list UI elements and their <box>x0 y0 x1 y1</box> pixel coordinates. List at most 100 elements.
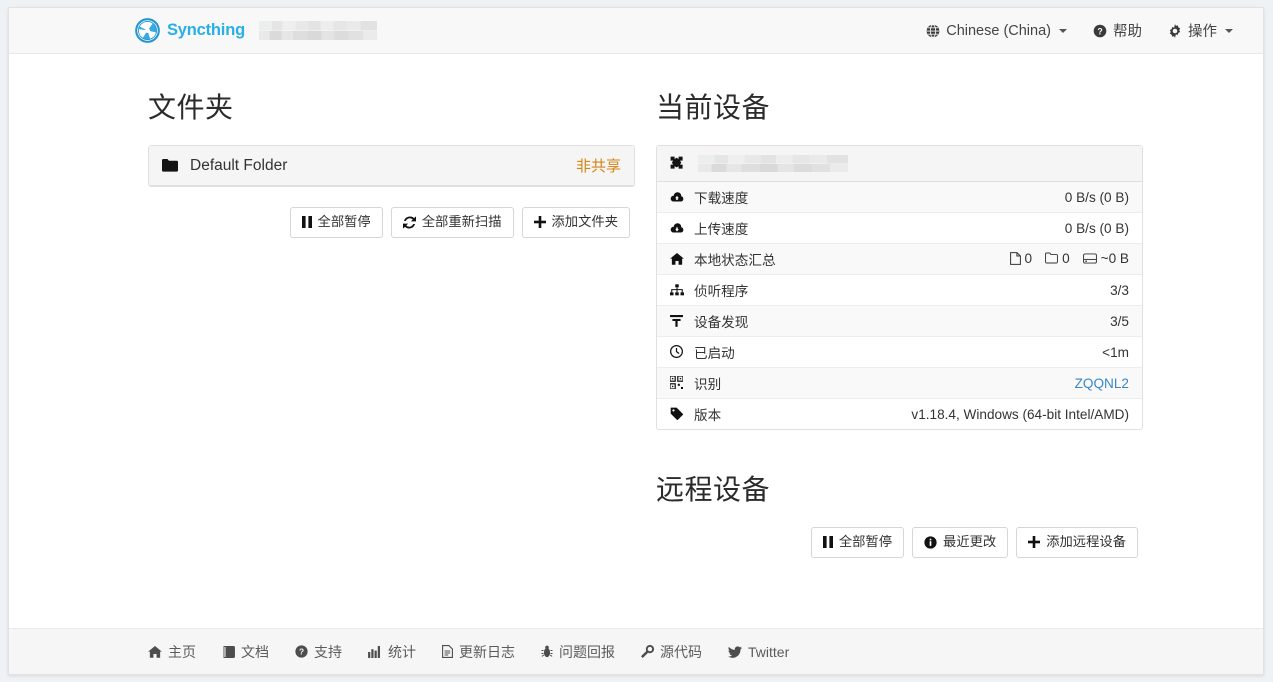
pause-all-folders-label: 全部暂停 <box>318 214 371 231</box>
folder-outline-icon <box>1045 252 1058 264</box>
row-label-cell: 已启动 <box>657 337 827 368</box>
row-label: 上传速度 <box>694 222 748 237</box>
folder-actions: 全部暂停 全部重新扫描 添加文件夹 <box>139 207 639 238</box>
footer-link-label: 更新日志 <box>459 642 515 662</box>
table-row: 版本 v1.18.4, Windows (64-bit Intel/AMD) <box>657 399 1142 430</box>
tag-icon <box>670 407 687 420</box>
local-state-stats: 0 0 <box>827 244 1142 275</box>
instance-name-redacted <box>259 21 377 40</box>
clock-icon <box>670 345 687 358</box>
add-remote-device-button[interactable]: 添加远程设备 <box>1016 527 1138 558</box>
home-icon <box>148 646 162 658</box>
table-row: 侦听程序 3/3 <box>657 275 1142 306</box>
row-value: 0 B/s (0 B) <box>827 213 1142 244</box>
plus-icon <box>534 216 546 228</box>
pause-all-devices-label: 全部暂停 <box>839 534 892 551</box>
svg-text:?: ? <box>1097 26 1102 36</box>
pause-all-folders-button[interactable]: 全部暂停 <box>290 207 383 238</box>
footer-link-label: Twitter <box>748 644 789 660</box>
size-stat: ~0 B <box>1083 251 1129 266</box>
cloud-download-icon <box>670 192 687 203</box>
folder-name: Default Folder <box>190 157 287 175</box>
remote-devices-heading: 远程设备 <box>656 468 1147 508</box>
twitter-icon <box>728 646 742 658</box>
footer-link-docs[interactable]: 文档 <box>222 642 269 662</box>
footer-link-source[interactable]: 源代码 <box>641 642 702 662</box>
pause-icon <box>823 536 833 548</box>
this-device-header[interactable] <box>657 146 1142 182</box>
footer-link-changelog[interactable]: 更新日志 <box>442 642 515 662</box>
footer-link-label: 文档 <box>241 642 269 662</box>
nav-language-dropdown[interactable]: Chinese (China) <box>926 23 1067 39</box>
add-folder-button[interactable]: 添加文件夹 <box>522 207 630 238</box>
row-label-cell: 下载速度 <box>657 182 827 213</box>
this-device-table: 下载速度 0 B/s (0 B) 上传速度 0 B/s (0 B) <box>657 182 1142 429</box>
row-label-cell: 识别 <box>657 368 827 399</box>
row-label-cell: 版本 <box>657 399 827 430</box>
row-value: 3/3 <box>827 275 1142 306</box>
footer-link-home[interactable]: 主页 <box>148 642 196 662</box>
bar-chart-icon <box>368 646 382 658</box>
folders-column: 文件夹 Default Folder 非共享 全部暂停 <box>139 54 639 238</box>
files-count: 0 <box>1025 251 1033 266</box>
home-icon <box>670 253 687 265</box>
nav-help-link[interactable]: ? 帮助 <box>1093 20 1142 41</box>
footer-link-label: 主页 <box>168 642 196 662</box>
desktop-icon <box>670 156 688 171</box>
footer-link-label: 统计 <box>388 642 416 662</box>
cloud-upload-icon <box>670 223 687 234</box>
row-label: 侦听程序 <box>694 284 748 299</box>
folder-panel: Default Folder 非共享 <box>148 145 635 187</box>
footer-link-twitter[interactable]: Twitter <box>728 644 789 660</box>
bug-icon <box>541 645 553 658</box>
rescan-all-button[interactable]: 全部重新扫描 <box>391 207 514 238</box>
folder-status-badge: 非共享 <box>576 155 621 176</box>
row-value: 0 B/s (0 B) <box>827 182 1142 213</box>
svg-text:?: ? <box>299 647 304 657</box>
table-row: 下载速度 0 B/s (0 B) <box>657 182 1142 213</box>
globe-icon <box>926 24 940 38</box>
row-label: 设备发现 <box>694 315 748 330</box>
footer-link-support[interactable]: ? 支持 <box>295 642 342 662</box>
rss-icon <box>670 315 687 327</box>
footer-link-bugs[interactable]: 问题回报 <box>541 642 615 662</box>
row-label-cell: 上传速度 <box>657 213 827 244</box>
this-device-heading: 当前设备 <box>656 86 1147 126</box>
brand[interactable]: Syncthing <box>135 18 377 43</box>
question-circle-icon: ? <box>1093 24 1107 38</box>
devices-column: 当前设备 <box>647 54 1147 558</box>
device-id-link[interactable]: ZQQNL2 <box>1075 376 1129 391</box>
footer-link-stats[interactable]: 统计 <box>368 642 416 662</box>
pause-all-devices-button[interactable]: 全部暂停 <box>811 527 904 558</box>
add-remote-device-label: 添加远程设备 <box>1046 534 1126 551</box>
brand-label: Syncthing <box>167 21 245 40</box>
this-device-panel: 下载速度 0 B/s (0 B) 上传速度 0 B/s (0 B) <box>656 145 1143 430</box>
sitemap-icon <box>670 284 687 296</box>
rescan-all-label: 全部重新扫描 <box>422 214 502 231</box>
footer-link-label: 问题回报 <box>559 642 615 662</box>
add-folder-label: 添加文件夹 <box>552 214 618 231</box>
info-icon <box>924 536 937 549</box>
table-row: 设备发现 3/5 <box>657 306 1142 337</box>
folder-panel-header[interactable]: Default Folder 非共享 <box>149 146 634 186</box>
row-label-cell: 本地状态汇总 <box>657 244 827 275</box>
row-label: 下载速度 <box>694 191 748 206</box>
table-row: 识别 ZQQNL2 <box>657 368 1142 399</box>
hdd-icon <box>1083 253 1097 264</box>
nav-actions-label: 操作 <box>1188 20 1217 41</box>
file-icon <box>1010 252 1021 265</box>
footer-links: 主页 文档 ? 支持 统计 <box>148 642 789 662</box>
nav-actions-dropdown[interactable]: 操作 <box>1168 20 1233 41</box>
navbar: Syncthing Chinese (China) ? 帮助 <box>9 8 1263 54</box>
size-value: ~0 B <box>1101 251 1129 266</box>
row-value: v1.18.4, Windows (64-bit Intel/AMD) <box>827 399 1142 430</box>
qrcode-icon <box>670 376 687 389</box>
folders-stat: 0 <box>1045 251 1070 266</box>
footer: 主页 文档 ? 支持 统计 <box>9 628 1263 674</box>
folder-icon <box>162 159 180 172</box>
recent-changes-button[interactable]: 最近更改 <box>912 527 1008 558</box>
device-name-redacted <box>698 155 848 172</box>
row-label: 识别 <box>694 377 721 392</box>
row-label: 版本 <box>694 408 721 423</box>
table-row: 上传速度 0 B/s (0 B) <box>657 213 1142 244</box>
